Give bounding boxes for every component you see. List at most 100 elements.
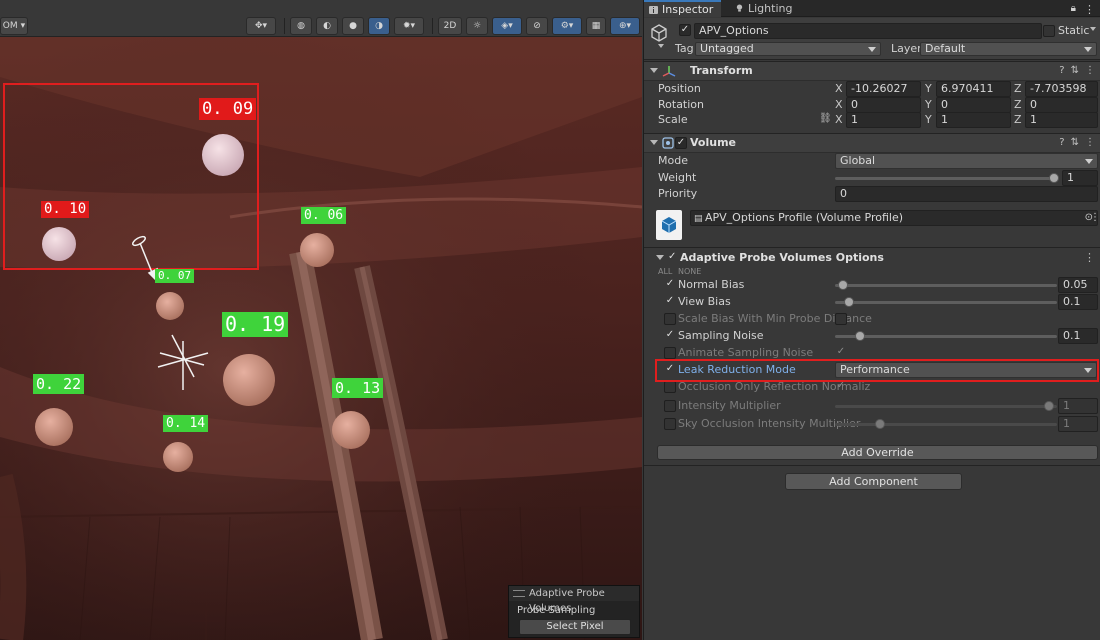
weight-slider-thumb[interactable] — [1049, 173, 1059, 183]
tab-inspector[interactable]: Inspector — [644, 0, 722, 17]
priority-label: Priority — [658, 187, 698, 200]
overlay-title-bar[interactable]: Adaptive Probe Volumes — [509, 586, 639, 614]
weight-field[interactable]: 1 — [1062, 170, 1098, 186]
lighting-toggle-button[interactable]: ☼ — [466, 17, 488, 35]
weight-slider-track[interactable] — [835, 177, 1057, 180]
position-x-field[interactable]: -10.26027 — [846, 81, 921, 97]
lock-icon[interactable]: 🔒︎ — [1071, 3, 1076, 16]
scene-view-panel[interactable]: OM ▾ ✥ ▾ ◍ ◐ ● ◑ ✹ ▾ 2D ☼ ◈ ▾ ⊘ ⚙ ▾ ▦ ⊕ ▾ — [0, 0, 642, 640]
sky-occlusion-slider-thumb[interactable] — [875, 419, 885, 429]
override-checkbox[interactable] — [664, 418, 676, 430]
rotation-z-field[interactable]: 0 — [1025, 97, 1098, 113]
intensity-multiplier-slider-track[interactable] — [835, 405, 1057, 408]
tool-handle-dropdown[interactable]: ✥ ▾ — [246, 17, 276, 35]
intensity-multiplier-field[interactable]: 1 — [1058, 398, 1098, 414]
info-icon — [649, 6, 658, 14]
y-axis-label: Y — [925, 82, 932, 95]
tag-dropdown[interactable]: Untagged — [695, 42, 881, 56]
sky-occlusion-field[interactable]: 1 — [1058, 416, 1098, 432]
view-bias-slider-track[interactable] — [835, 301, 1057, 304]
wireframe-shading-button[interactable]: ◍ — [290, 17, 312, 35]
gizmos-dropdown[interactable]: ⚙ ▾ — [552, 17, 582, 35]
normal-bias-row: ✓ Normal Bias 0.05 — [644, 277, 1100, 293]
override-checkbox[interactable]: ✓ — [664, 279, 676, 291]
tab-lighting[interactable]: Lighting — [730, 0, 800, 17]
mode-value: Global — [840, 154, 876, 167]
priority-field[interactable]: 0 — [835, 186, 1098, 202]
sky-occlusion-label: Sky Occlusion Intensity Multiplier — [678, 417, 861, 430]
override-none-link[interactable]: NONE — [678, 267, 701, 276]
apv-options-header[interactable]: ✓ Adaptive Probe Volumes Options ⋮ — [644, 249, 1100, 267]
override-checkbox[interactable] — [664, 313, 676, 325]
normal-bias-slider-thumb[interactable] — [838, 280, 848, 290]
layer-dropdown[interactable]: Default — [920, 42, 1097, 56]
view-bias-slider-thumb[interactable] — [844, 297, 854, 307]
animate-sampling-noise-checkbox[interactable]: ✓ — [835, 347, 847, 359]
x-axis-label: X — [835, 113, 843, 126]
add-component-button[interactable]: Add Component — [785, 473, 962, 490]
profile-menu-icon[interactable]: ⋮ — [1090, 212, 1100, 223]
camera-dropdown[interactable]: ⊕ ▾ — [610, 17, 640, 35]
override-checkbox[interactable]: ✓ — [664, 330, 676, 342]
scale-x-field[interactable]: 1 — [846, 112, 921, 128]
normal-bias-slider-track[interactable] — [835, 284, 1057, 287]
add-override-button[interactable]: Add Override — [657, 445, 1098, 460]
override-all-link[interactable]: ALL — [658, 267, 672, 276]
position-z-field[interactable]: -7.703598 — [1025, 81, 1098, 97]
mode-dropdown[interactable]: Global — [835, 153, 1098, 169]
volume-header[interactable]: ✓ Volume ? ⇅ ⋮ — [644, 133, 1100, 153]
static-checkbox[interactable] — [1043, 25, 1055, 37]
fold-arrow-icon[interactable] — [656, 255, 664, 260]
scale-y-field[interactable]: 1 — [936, 112, 1011, 128]
link-scale-icon[interactable]: ⛓ — [819, 113, 832, 124]
sampling-noise-field[interactable]: 0.1 — [1058, 328, 1098, 344]
select-pixel-button[interactable]: Select Pixel — [519, 619, 631, 635]
fold-arrow-icon[interactable] — [650, 68, 658, 73]
component-menu-icon[interactable]: ⋮ — [1085, 137, 1095, 148]
debug-draw-button[interactable]: ◑ — [368, 17, 390, 35]
render-debug-dropdown[interactable]: ✹ ▾ — [394, 17, 424, 35]
view-2d-button[interactable]: 2D — [438, 17, 462, 35]
occlusion-only-reflection-checkbox[interactable]: ✓ — [835, 381, 847, 393]
shaded-wireframe-button[interactable]: ◐ — [316, 17, 338, 35]
rotation-x-field[interactable]: 0 — [846, 97, 921, 113]
rotation-y-field[interactable]: 0 — [936, 97, 1011, 113]
transform-header[interactable]: Transform ? ⇅ ⋮ — [644, 61, 1100, 81]
sky-occlusion-slider-track[interactable] — [835, 423, 1057, 426]
help-icon[interactable]: ? — [1059, 137, 1064, 148]
sampling-noise-slider-thumb[interactable] — [855, 331, 865, 341]
volume-profile-field[interactable]: ▤ APV_Options Profile (Volume Profile) ⊙ — [690, 210, 1098, 226]
override-checkbox[interactable] — [664, 400, 676, 412]
apv-enabled-check-icon[interactable]: ✓ — [668, 251, 676, 262]
draw-mode-dropdown[interactable]: OM ▾ — [0, 17, 28, 35]
tools-overflow-button[interactable]: ▦ — [586, 17, 606, 35]
override-checkbox[interactable] — [664, 347, 676, 359]
fold-arrow-icon[interactable] — [650, 140, 658, 145]
scale-bias-checkbox[interactable] — [835, 313, 847, 325]
static-dropdown-caret[interactable] — [1090, 27, 1096, 31]
apv-menu-icon[interactable]: ⋮ — [1084, 251, 1095, 264]
audio-fx-dropdown[interactable]: ◈ ▾ — [492, 17, 522, 35]
scale-z-field[interactable]: 1 — [1025, 112, 1098, 128]
sampling-noise-slider-track[interactable] — [835, 335, 1057, 338]
override-checkbox[interactable] — [664, 381, 676, 393]
intensity-multiplier-slider-thumb[interactable] — [1044, 401, 1054, 411]
help-icon[interactable]: ? — [1059, 65, 1064, 76]
drag-handle-icon[interactable] — [513, 590, 525, 597]
volume-enabled-checkbox[interactable]: ✓ — [675, 137, 687, 149]
position-y-field[interactable]: 6.970411 — [936, 81, 1011, 97]
presets-icon[interactable]: ⇅ — [1071, 65, 1079, 76]
icon-dropdown-caret[interactable] — [658, 44, 664, 48]
shaded-button[interactable]: ● — [342, 17, 364, 35]
view-bias-field[interactable]: 0.1 — [1058, 294, 1098, 310]
normal-bias-field[interactable]: 0.05 — [1058, 277, 1098, 293]
object-name-field[interactable]: APV_Options — [694, 23, 1042, 39]
scene-visibility-button[interactable]: ⊘ — [526, 17, 548, 35]
scene-viewport[interactable]: 0. 09 0. 10 0. 06 0. 07 0. 19 0. 22 0. 1… — [0, 37, 642, 640]
presets-icon[interactable]: ⇅ — [1071, 137, 1079, 148]
probe-sphere — [300, 233, 334, 267]
override-checkbox[interactable]: ✓ — [664, 296, 676, 308]
active-toggle-checkbox[interactable]: ✓ — [679, 24, 691, 36]
kebab-menu-icon[interactable]: ⋮ — [1084, 3, 1095, 16]
component-menu-icon[interactable]: ⋮ — [1085, 65, 1095, 76]
